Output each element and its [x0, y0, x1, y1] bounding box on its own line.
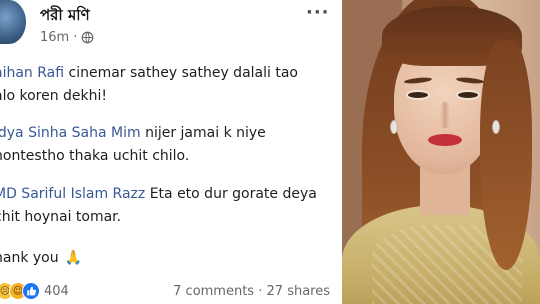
comment-text-4: hank you 🙏 [0, 247, 82, 270]
folded-hands-emoji: 🙏 [64, 250, 83, 266]
post-author-name[interactable]: পরী মণি [40, 4, 90, 29]
eye-left [406, 90, 430, 100]
comments-count[interactable]: 7 comments [173, 284, 254, 299]
more-icon[interactable]: ··· [306, 2, 330, 23]
facebook-post: পরী মণি ··· 16m · aihan Rafi cinemar sat… [0, 0, 338, 304]
separator-dot: · [73, 30, 78, 45]
reactions-summary[interactable]: ☹ ☺ 404 [0, 282, 69, 300]
comment-text-3: MD Sariful Islam Razz Eta eto dur gorate… [0, 183, 317, 229]
lips [428, 134, 462, 146]
earring-right [492, 120, 500, 134]
mention-link[interactable]: aihan Rafi [0, 65, 64, 81]
post-time[interactable]: 16m [40, 30, 69, 45]
mention-link[interactable]: MD Sariful Islam Razz [0, 186, 145, 202]
hair-side [480, 40, 532, 270]
nose [440, 102, 450, 128]
post-stats: 7 comments · 27 shares [173, 284, 330, 299]
comment-text-2: idya Sinha Saha Mim nijer jamai k niye h… [0, 122, 266, 168]
reaction-count: 404 [44, 283, 69, 299]
like-reaction-icon [22, 282, 40, 300]
woman-photo [342, 0, 540, 304]
author-avatar[interactable] [0, 0, 26, 44]
comment-text-1: aihan Rafi cinemar sathey sathey dalali … [0, 62, 298, 108]
shares-count[interactable]: 27 shares [267, 284, 330, 299]
earring-left [390, 120, 398, 134]
eye-right [456, 90, 480, 100]
mention-link[interactable]: idya Sinha Saha Mim [0, 125, 141, 141]
post-meta: 16m · [40, 30, 94, 45]
globe-icon [81, 31, 94, 44]
post-footer: ☹ ☺ 404 7 comments · 27 shares [0, 280, 338, 304]
